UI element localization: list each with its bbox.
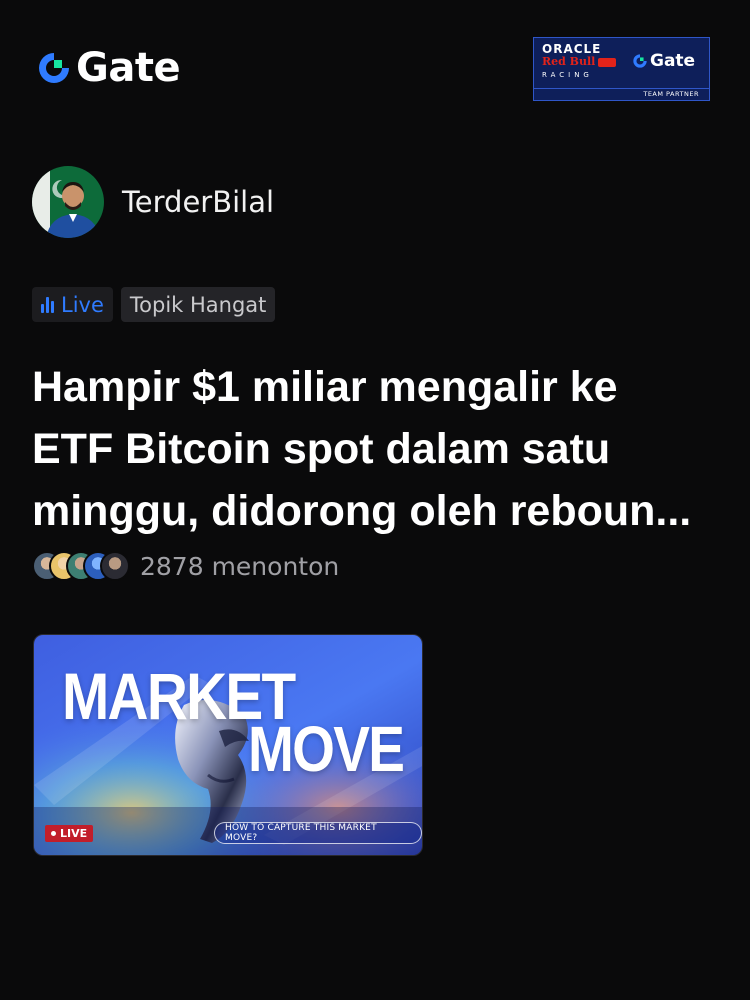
avatar-icon [32, 166, 104, 238]
post-page: Gate ORACLE Red Bull RACING Gate TEAM PA… [0, 0, 750, 1000]
avatar[interactable] [32, 166, 104, 238]
team-partner-label: TEAM PARTNER [534, 88, 709, 100]
live-tag[interactable]: Live [32, 287, 113, 322]
partner-gate-logo: Gate [632, 52, 695, 70]
headline-line: minggu, didorong oleh reboun... [32, 487, 692, 535]
redbull-racing-logo: ORACLE Red Bull RACING [542, 43, 626, 80]
gate-logo-icon [39, 53, 69, 83]
live-bars-icon [41, 296, 54, 313]
brand-name: Gate [76, 45, 181, 91]
author-name[interactable]: TerderBilal [122, 185, 274, 219]
thumbnail-title-move: MOVE [248, 713, 405, 785]
headline-line: ETF Bitcoin spot dalam satu [32, 425, 611, 473]
post-headline[interactable]: Hampir $1 miliar mengalir ke ETF Bitcoin… [32, 356, 722, 542]
live-stream-thumbnail[interactable]: MARKET MOVE LIVE HOW TO CAPTURE THIS MAR… [33, 634, 423, 856]
live-badge: LIVE [45, 825, 94, 842]
live-dot-icon [51, 831, 56, 836]
live-tag-label: Live [61, 292, 104, 317]
live-badge-label: LIVE [60, 827, 88, 840]
partner-gate-name: Gate [650, 51, 696, 71]
viewer-count: 2878 menonton [140, 551, 340, 581]
viewer-avatars [32, 551, 130, 581]
headline-line: Hampir $1 miliar mengalir ke [32, 363, 618, 411]
gate-logo-icon [633, 54, 647, 68]
topic-tag-label: Topik Hangat [129, 292, 267, 317]
redbull-text: Red Bull [542, 56, 626, 68]
partner-badge[interactable]: ORACLE Red Bull RACING Gate TEAM PARTNER [533, 37, 710, 101]
viewer-avatar-icon [100, 551, 130, 581]
brand-logo[interactable]: Gate [36, 45, 181, 91]
thumbnail-cta: HOW TO CAPTURE THIS MARKET MOVE? [214, 822, 422, 844]
tag-row: Live Topik Hangat [32, 287, 276, 322]
header: Gate ORACLE Red Bull RACING Gate TEAM PA… [0, 0, 750, 140]
topic-tag[interactable]: Topik Hangat [120, 287, 276, 322]
viewers-row: 2878 menonton [32, 551, 339, 581]
racing-text: RACING [542, 71, 593, 79]
bull-icon [598, 57, 617, 67]
author-row[interactable]: TerderBilal [32, 166, 274, 238]
